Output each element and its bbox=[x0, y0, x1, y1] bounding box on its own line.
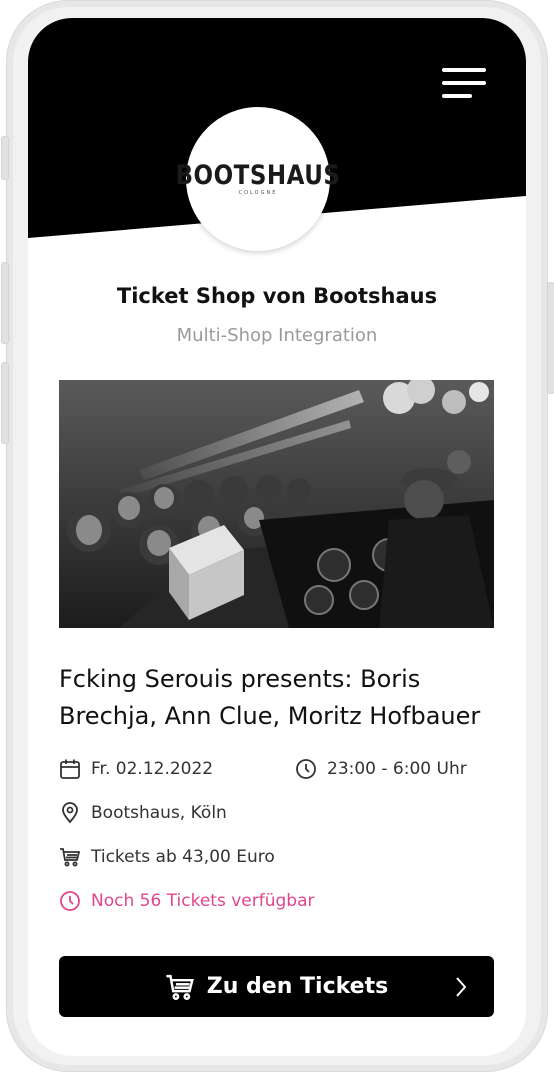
crowd-photo-illustration bbox=[59, 380, 494, 628]
phone-side-button bbox=[1, 262, 9, 344]
phone-side-button bbox=[547, 282, 554, 394]
app-screen: BOOTSHAUS COLOGNE Ticket Shop von Bootsh… bbox=[28, 18, 526, 1056]
hamburger-menu-icon[interactable] bbox=[438, 64, 488, 100]
shop-title: Ticket Shop von Bootshaus bbox=[116, 284, 438, 308]
map-pin-icon bbox=[62, 802, 78, 824]
chevron-right-icon bbox=[456, 977, 467, 997]
phone-side-button bbox=[1, 136, 9, 180]
event-title: Fcking Serouis presents: Boris Brechja, … bbox=[59, 665, 481, 730]
event-price: Tickets ab 43,00 Euro bbox=[59, 846, 275, 868]
to-tickets-label: Zu den Tickets bbox=[206, 974, 389, 999]
event-price-text: Tickets ab 43,00 Euro bbox=[91, 847, 275, 867]
calendar-icon bbox=[60, 759, 80, 779]
event-time: 23:00 - 6:00 Uhr bbox=[295, 758, 467, 780]
clock-icon bbox=[60, 891, 80, 911]
shop-logo: BOOTSHAUS COLOGNE bbox=[176, 107, 340, 251]
shopping-cart-icon bbox=[166, 974, 194, 1000]
logo-text: BOOTSHAUS bbox=[175, 160, 341, 191]
event-photo bbox=[59, 380, 494, 628]
to-tickets-button[interactable]: Zu den Tickets bbox=[59, 956, 494, 1017]
phone-side-button bbox=[1, 362, 9, 444]
event-date: Fr. 02.12.2022 bbox=[59, 758, 213, 780]
event-availability-text: Noch 56 Tickets verfügbar bbox=[91, 891, 315, 911]
clock-icon bbox=[296, 759, 316, 779]
event-date-text: Fr. 02.12.2022 bbox=[91, 759, 214, 779]
event-location-text: Bootshaus, Köln bbox=[91, 803, 227, 823]
event-availability: Noch 56 Tickets verfügbar bbox=[59, 890, 315, 912]
shopping-cart-icon bbox=[60, 848, 81, 867]
event-location: Bootshaus, Köln bbox=[59, 802, 227, 824]
shop-subtitle: Multi-Shop Integration bbox=[176, 325, 378, 346]
event-time-text: 23:00 - 6:00 Uhr bbox=[327, 759, 467, 779]
